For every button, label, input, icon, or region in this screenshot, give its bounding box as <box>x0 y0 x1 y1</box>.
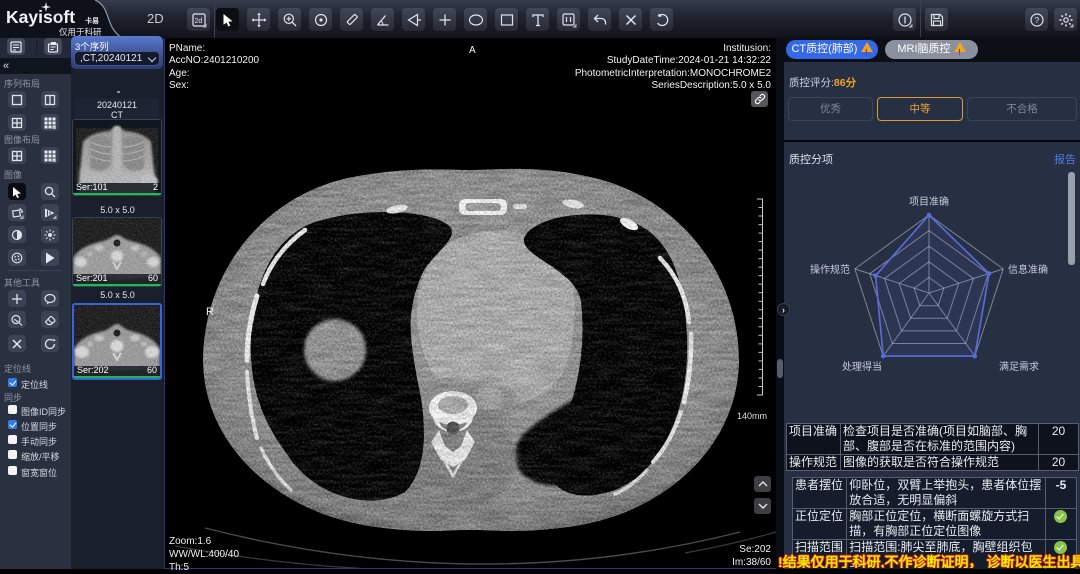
svg-text:处理得当: 处理得当 <box>842 360 882 373</box>
svg-text:满足需求: 满足需求 <box>999 361 1039 373</box>
svg-text:2d: 2d <box>194 18 202 25</box>
svg-text:操作规范: 操作规范 <box>810 263 850 276</box>
svg-text:项目准确: 项目准确 <box>909 195 949 208</box>
svg-text:?: ? <box>1034 15 1039 25</box>
svg-text:140mm: 140mm <box>737 411 767 421</box>
svg-text:信息准确: 信息准确 <box>1008 263 1048 276</box>
